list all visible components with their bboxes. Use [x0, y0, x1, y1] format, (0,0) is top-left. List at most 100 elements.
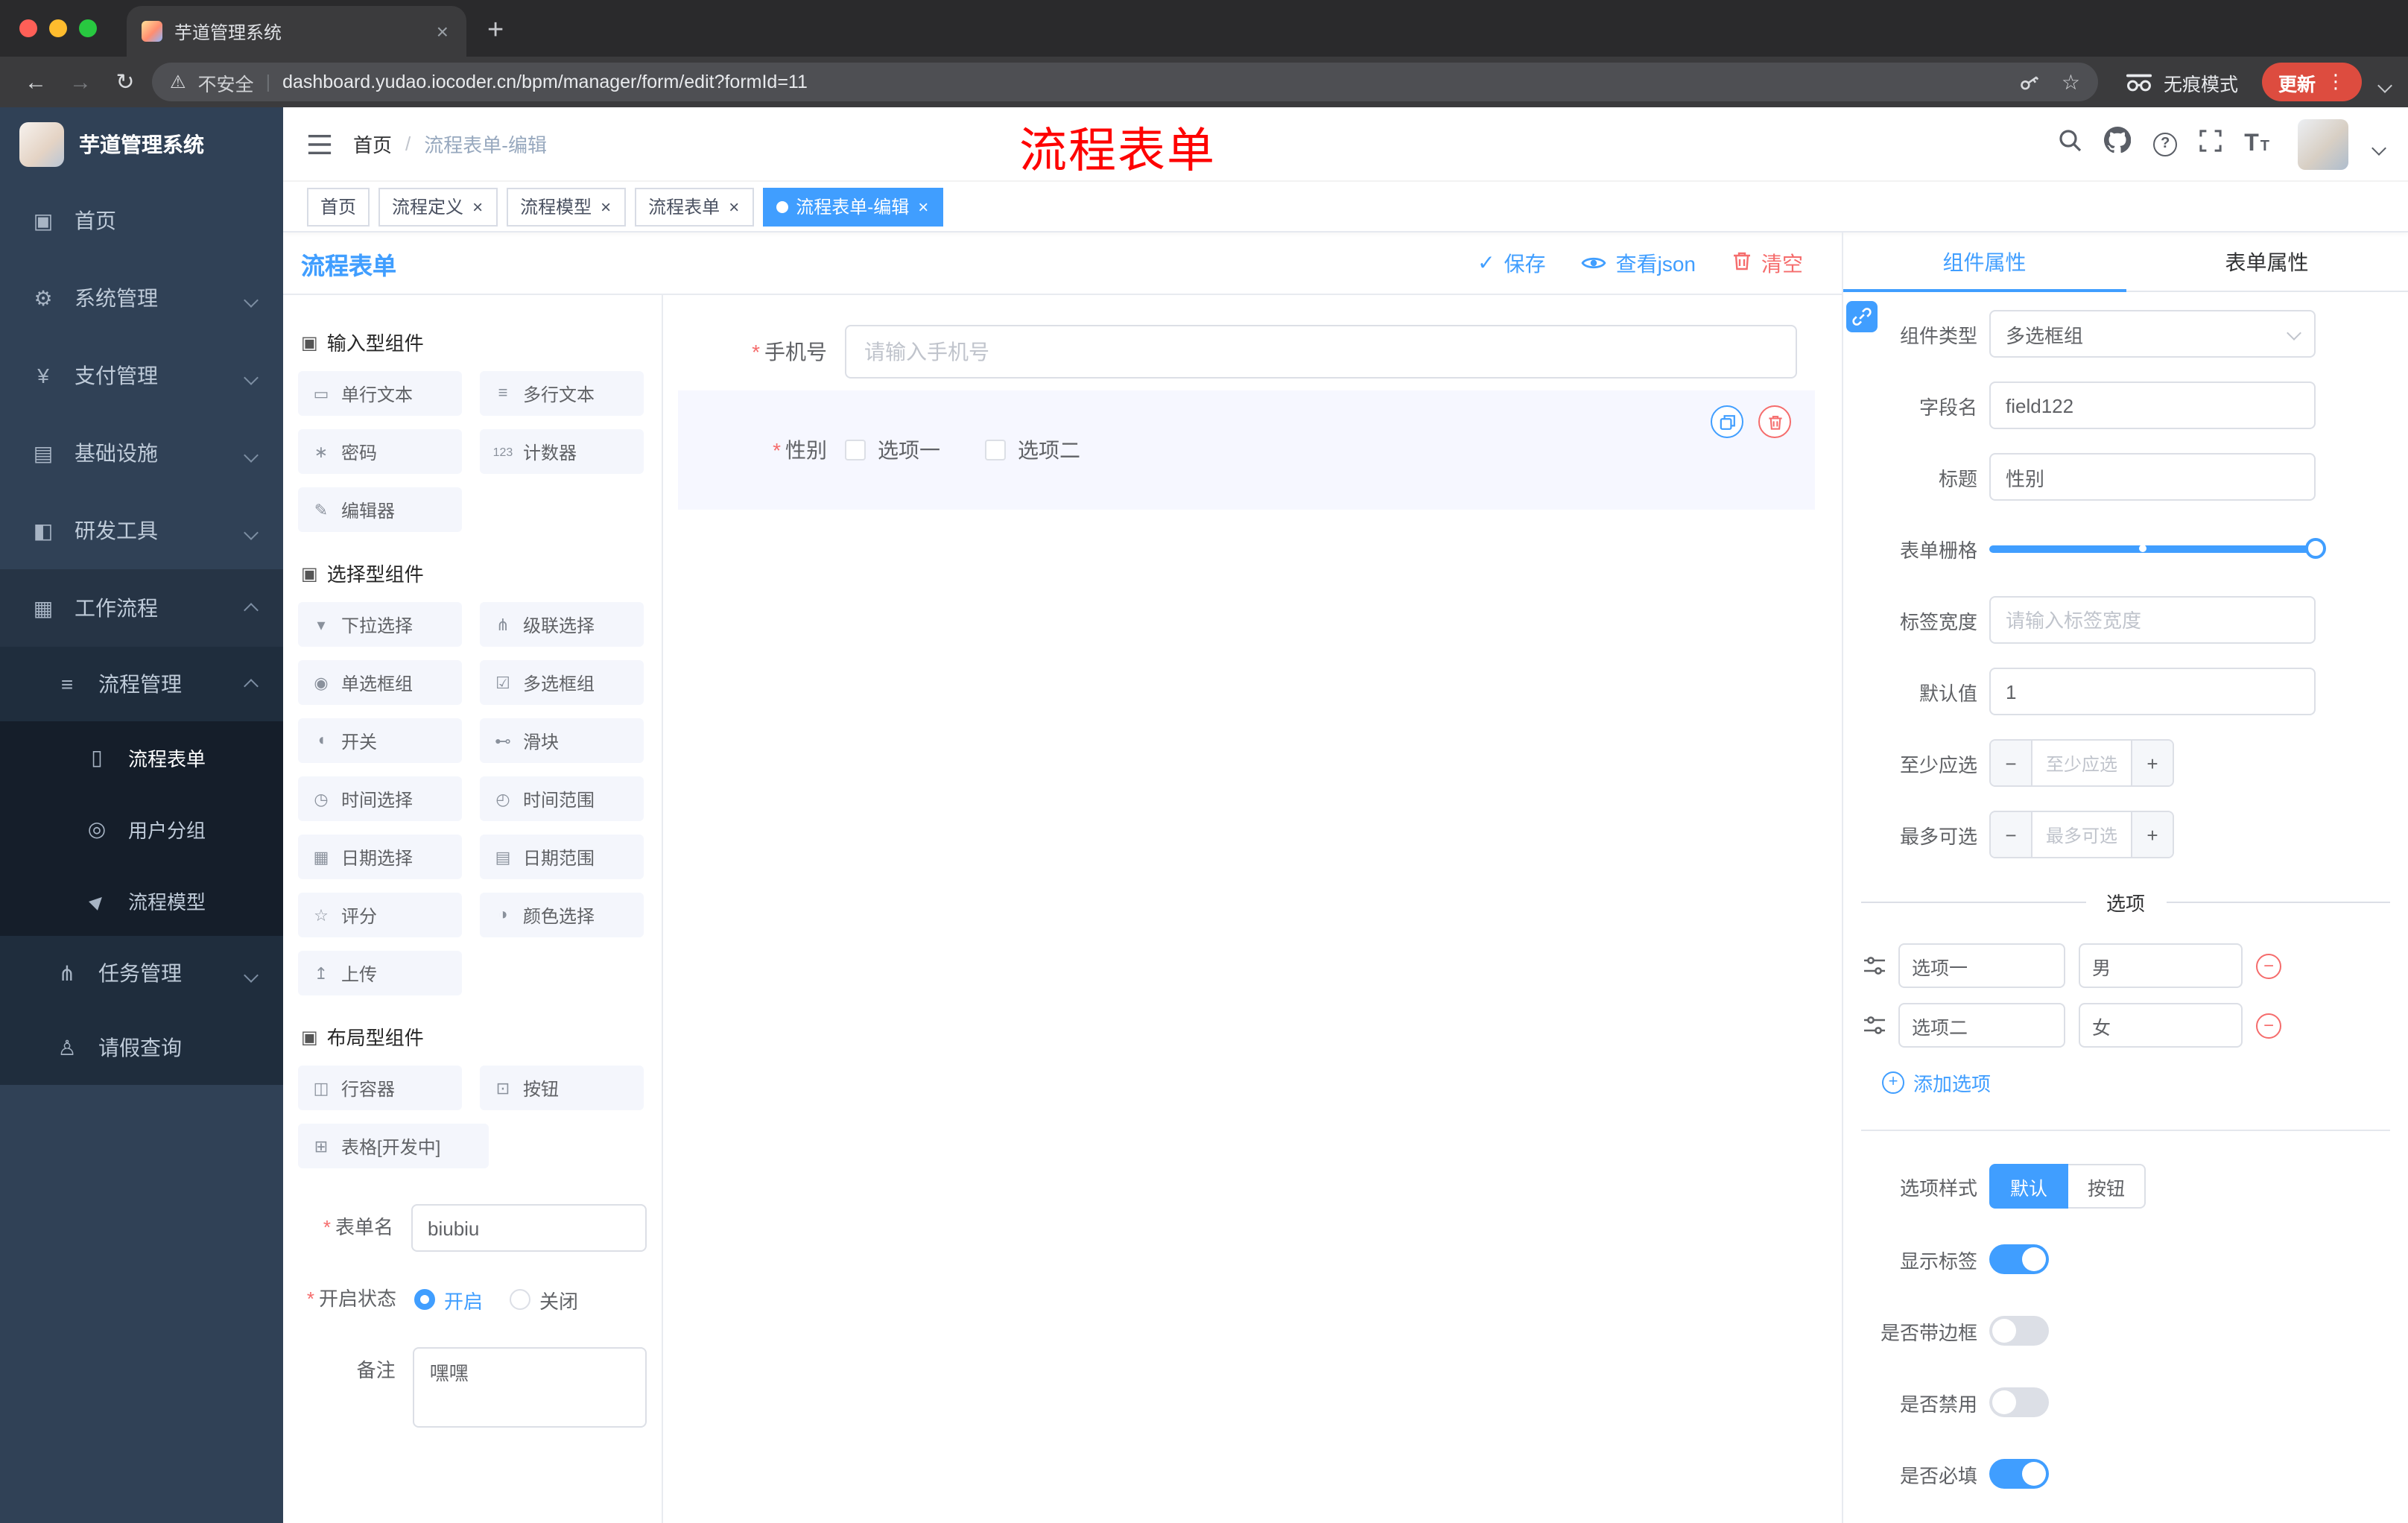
palette-item-cascader[interactable]: ⋔ 级联选择 [480, 602, 644, 647]
palette-item-time-picker[interactable]: ◷ 时间选择 [298, 776, 462, 821]
field-name-input[interactable] [1989, 381, 2316, 429]
palette-item-date-range[interactable]: ▤ 日期范围 [480, 835, 644, 879]
sidebar-item-system[interactable]: ⚙ 系统管理 [0, 259, 283, 337]
option-label-input[interactable] [1898, 943, 2065, 988]
tag-close-icon[interactable]: × [916, 197, 930, 215]
remove-option-button[interactable]: − [2256, 1013, 2281, 1038]
gender-option-2-checkbox[interactable]: 选项二 [985, 435, 1080, 465]
palette-item-slider[interactable]: ⊷ 滑块 [480, 718, 644, 763]
max-select-stepper[interactable]: − 最多可选 + [1989, 811, 2174, 858]
tab-component-props[interactable]: 组件属性 [1843, 232, 2126, 292]
label-width-input[interactable] [1989, 596, 2316, 644]
window-close-button[interactable] [19, 19, 37, 37]
component-type-select[interactable]: 多选框组 [1989, 310, 2316, 358]
reload-button[interactable]: ↻ [107, 69, 143, 95]
palette-item-switch[interactable]: ◖ 开关 [298, 718, 462, 763]
palette-item-select[interactable]: ▾ 下拉选择 [298, 602, 462, 647]
tab-form-props[interactable]: 表单属性 [2126, 232, 2408, 291]
increase-button[interactable]: + [2131, 741, 2173, 785]
drag-handle-icon[interactable] [1864, 957, 1885, 975]
decrease-button[interactable]: − [1991, 741, 2032, 785]
sidebar-item-workflow[interactable]: ▦ 工作流程 [0, 569, 283, 647]
view-json-button[interactable]: 查看json [1582, 248, 1696, 278]
bookmark-star-icon[interactable]: ☆ [2062, 69, 2080, 95]
form-name-input[interactable] [411, 1204, 647, 1252]
min-select-stepper[interactable]: − 至少应选 + [1989, 739, 2174, 787]
avatar[interactable] [2298, 118, 2348, 169]
remove-option-button[interactable]: − [2256, 953, 2281, 978]
sidebar-item-leave-query[interactable]: ♙ 请假查询 [0, 1010, 283, 1085]
sidebar-item-user-group[interactable]: ◎ 用户分组 [0, 793, 283, 864]
checkbox-icon[interactable] [845, 440, 866, 460]
option-value-input[interactable] [2079, 1003, 2243, 1048]
palette-item-color-picker[interactable]: ◑ 颜色选择 [480, 893, 644, 937]
back-button[interactable]: ← [18, 69, 54, 95]
checkbox-icon[interactable] [985, 440, 1006, 460]
option-value-input[interactable] [2079, 943, 2243, 988]
url-bar[interactable]: ⚠ 不安全 | dashboard.yudao.iocoder.cn/bpm/m… [152, 63, 2098, 101]
decrease-button[interactable]: − [1991, 812, 2032, 857]
palette-item-counter[interactable]: 123 计数器 [480, 429, 644, 474]
palette-item-upload[interactable]: ↥ 上传 [298, 951, 462, 995]
window-zoom-button[interactable] [79, 19, 97, 37]
form-canvas[interactable]: * 手机号 请输入手机号 * 性别 选项一 选项二 [663, 295, 1842, 1523]
tag-home[interactable]: 首页 [307, 187, 370, 226]
tag-process-definition[interactable]: 流程定义 × [378, 187, 498, 226]
chevron-down-icon[interactable] [2377, 72, 2392, 98]
sidebar-item-payment[interactable]: ¥ 支付管理 [0, 337, 283, 414]
window-minimize-button[interactable] [49, 19, 67, 37]
browser-menu-icon[interactable]: ⋮ [2326, 70, 2345, 94]
default-value-input[interactable] [1989, 668, 2316, 715]
palette-item-single-text[interactable]: ▭ 单行文本 [298, 371, 462, 416]
tag-close-icon[interactable]: × [471, 197, 484, 215]
option-label-input[interactable] [1898, 1003, 2065, 1048]
search-icon[interactable] [2058, 128, 2082, 159]
palette-item-password[interactable]: ∗ 密码 [298, 429, 462, 474]
style-default-button[interactable]: 默认 [1989, 1164, 2069, 1209]
form-remark-textarea[interactable]: 嘿嘿 [413, 1347, 647, 1428]
tag-process-form[interactable]: 流程表单 × [635, 187, 755, 226]
tag-close-icon[interactable]: × [599, 197, 612, 215]
disabled-switch[interactable] [1989, 1387, 2049, 1417]
tag-process-form-edit[interactable]: 流程表单-编辑 × [763, 187, 944, 226]
style-button-button[interactable]: 按钮 [2068, 1164, 2146, 1209]
fullscreen-icon[interactable] [2199, 129, 2222, 159]
hamburger-icon[interactable] [307, 133, 332, 154]
min-select-value[interactable]: 至少应选 [2032, 741, 2131, 785]
palette-item-time-range[interactable]: ◴ 时间范围 [480, 776, 644, 821]
palette-item-row-container[interactable]: ◫ 行容器 [298, 1066, 462, 1110]
sidebar-item-task-mgmt[interactable]: ⋔ 任务管理 [0, 936, 283, 1010]
tag-close-icon[interactable]: × [727, 197, 741, 215]
palette-item-date-picker[interactable]: ▦ 日期选择 [298, 835, 462, 879]
gender-field-selected[interactable]: * 性别 选项一 选项二 [678, 390, 1815, 510]
sidebar-item-home[interactable]: ▣ 首页 [0, 182, 283, 259]
sidebar-item-process-model[interactable]: ▶ 流程模型 [0, 864, 283, 936]
palette-item-textarea[interactable]: ≡ 多行文本 [480, 371, 644, 416]
forward-button[interactable]: → [63, 69, 98, 95]
palette-item-editor[interactable]: ✎ 编辑器 [298, 487, 462, 532]
title-input[interactable] [1989, 453, 2316, 501]
sidebar-item-process-mgmt[interactable]: ≡ 流程管理 [0, 647, 283, 721]
palette-item-button[interactable]: ⊡ 按钮 [480, 1066, 644, 1110]
palette-item-rate[interactable]: ☆ 评分 [298, 893, 462, 937]
increase-button[interactable]: + [2131, 812, 2173, 857]
new-tab-button[interactable]: + [487, 15, 504, 48]
required-switch[interactable] [1989, 1459, 2049, 1489]
add-option-button[interactable]: + 添加选项 [1882, 1068, 2408, 1097]
border-switch[interactable] [1989, 1316, 2049, 1346]
sidebar-item-devtools[interactable]: ◧ 研发工具 [0, 492, 283, 569]
status-on-radio[interactable]: 开启 [414, 1285, 483, 1314]
palette-item-table[interactable]: ⊞ 表格[开发中] [298, 1124, 489, 1168]
gender-option-1-checkbox[interactable]: 选项一 [845, 435, 940, 465]
palette-item-radio-group[interactable]: ◉ 单选框组 [298, 660, 462, 705]
delete-component-button[interactable] [1758, 405, 1791, 438]
phone-field[interactable]: * 手机号 [678, 325, 1815, 379]
link-icon[interactable] [1846, 301, 1878, 332]
slider-handle[interactable] [2305, 538, 2326, 559]
sidebar-item-infra[interactable]: ▤ 基础设施 [0, 414, 283, 492]
clear-button[interactable]: 清空 [1731, 248, 1803, 278]
max-select-value[interactable]: 最多可选 [2032, 812, 2131, 857]
breadcrumb-home[interactable]: 首页 [353, 130, 392, 158]
help-icon[interactable]: ? [2153, 132, 2178, 156]
sidebar-item-process-form[interactable]: ▯ 流程表单 [0, 721, 283, 793]
